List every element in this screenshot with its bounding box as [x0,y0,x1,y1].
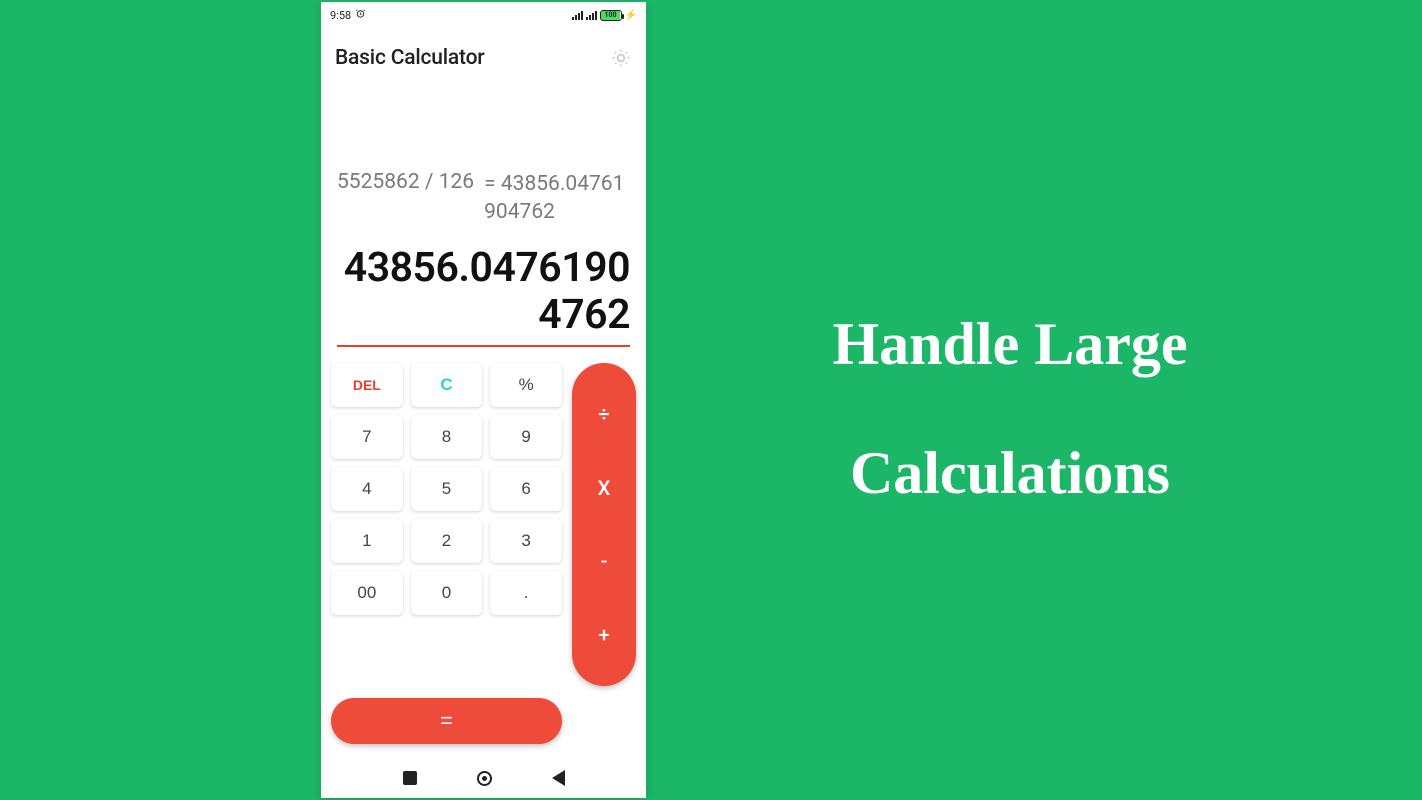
decimal-button[interactable]: . [490,571,562,615]
multiply-button[interactable]: X [572,476,636,500]
divide-button[interactable]: ÷ [572,402,636,426]
battery-icon: 100 [600,10,622,21]
digit-00-button[interactable]: 00 [331,571,403,615]
digit-0-button[interactable]: 0 [411,571,483,615]
delete-button[interactable]: DEL [331,363,403,407]
keypad: DEL C % 7 8 9 4 5 6 1 2 3 00 0 . [321,347,646,698]
back-icon[interactable] [552,770,565,786]
expression-input: 5525862 / 126 [337,170,474,194]
phone-frame: 9:58 100 ⚡ Basic Calculator 5525862 / 12… [321,2,646,798]
alarm-icon [355,8,366,22]
digit-9-button[interactable]: 9 [490,415,562,459]
plus-button[interactable]: + [572,623,636,647]
recent-apps-icon[interactable] [403,771,417,785]
percent-button[interactable]: % [490,363,562,407]
home-icon[interactable] [477,771,492,786]
minus-button[interactable]: - [572,549,636,573]
digit-6-button[interactable]: 6 [490,467,562,511]
result-display: 43856.04761904762 [337,245,630,339]
android-nav-bar [321,758,646,798]
digit-7-button[interactable]: 7 [331,415,403,459]
clear-button[interactable]: C [411,363,483,407]
equals-button[interactable]: = [331,698,562,744]
digit-3-button[interactable]: 3 [490,519,562,563]
digit-2-button[interactable]: 2 [411,519,483,563]
app-bar: Basic Calculator [321,28,646,88]
signal-icon-2 [586,10,597,20]
expression-row: 5525862 / 126 = 43856.04761904762 [337,170,630,227]
operator-column: ÷ X - + [572,363,636,686]
digit-5-button[interactable]: 5 [411,467,483,511]
digit-8-button[interactable]: 8 [411,415,483,459]
app-title: Basic Calculator [335,46,485,70]
theme-toggle-icon[interactable] [610,47,632,69]
display-area: 5525862 / 126 = 43856.04761904762 43856.… [321,88,646,339]
charging-icon: ⚡ [625,10,637,21]
status-time: 9:58 [330,9,351,22]
signal-icon [572,10,583,20]
promo-headline: Handle Large Calculations [700,280,1320,538]
status-bar: 9:58 100 ⚡ [321,2,646,28]
digit-1-button[interactable]: 1 [331,519,403,563]
expression-result-preview: = 43856.04761904762 [484,170,630,227]
digit-4-button[interactable]: 4 [331,467,403,511]
